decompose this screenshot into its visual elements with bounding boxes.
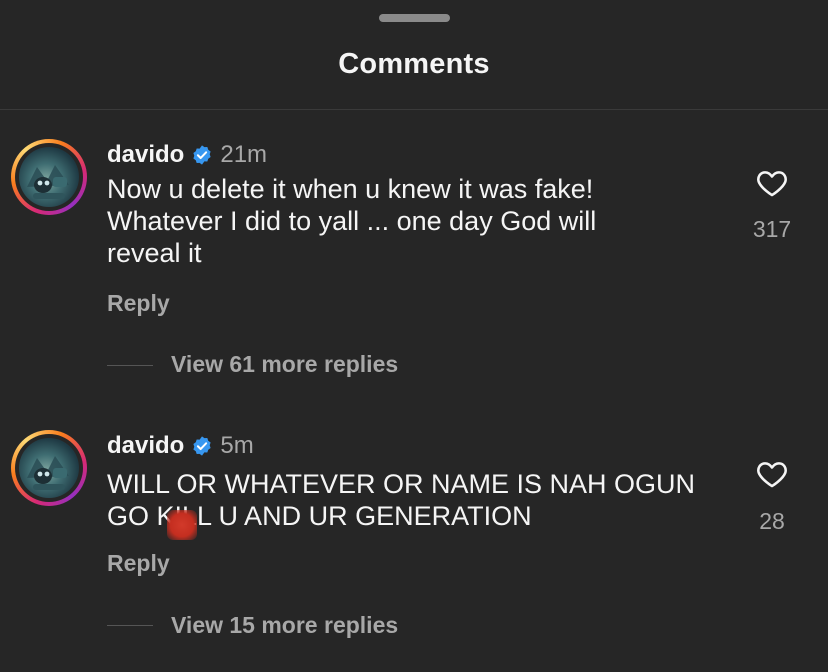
heart-icon[interactable] [754, 166, 790, 200]
red-redaction-mark [167, 510, 197, 540]
verified-badge-icon [193, 145, 211, 165]
comment-username[interactable]: davido [107, 432, 184, 460]
heart-icon[interactable] [754, 457, 790, 491]
comment-text: WILL OR WHATEVER OR NAME IS NAH OGUN GO … [107, 468, 727, 532]
avatar[interactable] [11, 430, 87, 506]
reply-button[interactable]: Reply [107, 550, 170, 577]
comment-text-line: WILL OR WHATEVER OR NAME IS NAH OGUN [107, 469, 696, 499]
view-more-replies-button[interactable]: View 61 more replies [171, 351, 398, 378]
comment-username[interactable]: davido [107, 141, 184, 169]
replies-divider-line [107, 365, 153, 366]
avatar-image [19, 438, 79, 498]
comment-timestamp: 5m [220, 432, 254, 459]
comment-text-line: GO KILL U AND UR GENERATION [107, 501, 532, 531]
comment-header: davido 5m [107, 430, 254, 462]
comment-text-line: Whatever I did to yall ... one day God w… [107, 206, 597, 236]
comment-text-line: reveal it [107, 238, 202, 268]
avatar-artwork-icon [27, 456, 69, 490]
comments-sheet: Comments davido 21m Now u delete it when… [0, 0, 828, 672]
header-divider [0, 109, 828, 110]
comment-text: Now u delete it when u knew it was fake!… [107, 173, 727, 269]
like-count: 28 [759, 508, 785, 534]
avatar-artwork-icon [27, 165, 69, 199]
sheet-grabber-handle[interactable] [379, 14, 450, 22]
view-more-replies-button[interactable]: View 15 more replies [171, 612, 398, 639]
comment-timestamp: 21m [220, 141, 268, 168]
verified-badge-icon [193, 436, 211, 456]
avatar-image [19, 147, 79, 207]
comment-text-line: Now u delete it when u knew it was fake! [107, 174, 594, 204]
replies-divider-line [107, 625, 153, 626]
sheet-title: Comments [338, 48, 490, 80]
comment-header: davido 21m [107, 139, 267, 171]
reply-button[interactable]: Reply [107, 290, 170, 317]
like-count: 317 [752, 216, 792, 242]
avatar[interactable] [11, 139, 87, 215]
